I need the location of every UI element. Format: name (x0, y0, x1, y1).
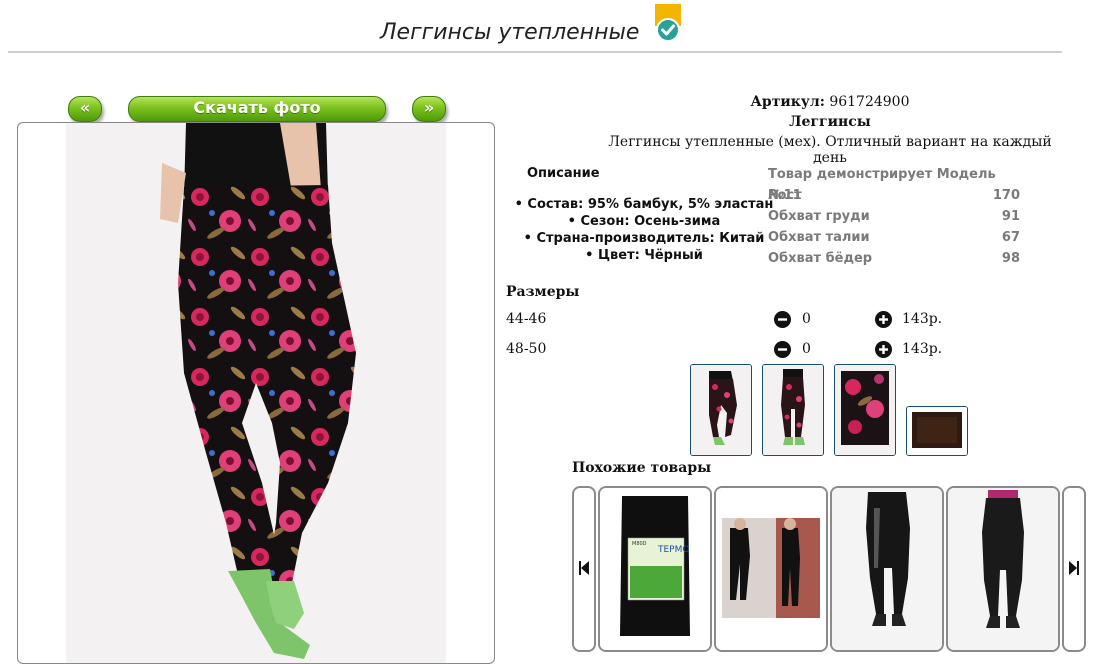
next-photo-button[interactable]: » (412, 96, 446, 122)
description-list: Состав: 95% бамбук, 5% эластан Сезон: Ос… (506, 196, 782, 264)
photo-thumbnail[interactable] (690, 364, 752, 456)
prev-photo-button[interactable]: « (68, 96, 102, 122)
description-item: Страна-производитель: Китай (506, 230, 782, 247)
model-row-label: Обхват бёдер (768, 251, 873, 266)
model-row-value: 91 (1001, 209, 1020, 224)
page-header: Леггинсы утепленные (0, 0, 1107, 60)
title-divider (8, 51, 1062, 53)
size-row: 44-46 0 143р. (506, 311, 956, 331)
page-title: Леггинсы утепленные (380, 20, 640, 45)
product-short-description: Леггинсы утепленные (мех). Отличный вари… (608, 134, 1052, 166)
description-item: Сезон: Осень-зима (506, 213, 782, 230)
main-photo-frame (17, 122, 495, 664)
skip-back-icon (579, 561, 589, 575)
description-heading: Описание (527, 166, 600, 181)
download-photo-button[interactable]: Скачать фото (128, 96, 386, 122)
article-label: Артикул: (750, 94, 825, 110)
model-row-label: Обхват груди (768, 209, 870, 224)
similar-product-card[interactable] (714, 486, 828, 652)
model-row: Обхват талии 67 (768, 227, 1020, 248)
model-row-label: Обхват талии (768, 230, 870, 245)
model-row-label: Рост (768, 188, 802, 203)
size-label: 44-46 (506, 311, 547, 327)
size-price: 143р. (902, 341, 943, 357)
model-row: Обхват бёдер 98 (768, 248, 1020, 269)
sizes-heading: Размеры (506, 284, 580, 300)
size-label: 48-50 (506, 341, 547, 357)
model-row-value: 170 (992, 188, 1020, 203)
model-row-value: 98 (1001, 251, 1020, 266)
skip-forward-icon (1069, 561, 1079, 575)
quantity-value: 0 (802, 341, 811, 357)
package-brand-text: ТЕРМО (657, 545, 689, 555)
check-badge-icon (654, 4, 682, 44)
package-code-text: M80D (632, 541, 647, 547)
carousel-prev-button[interactable] (572, 486, 596, 652)
model-heading: Товар демонстрирует Модель №11 (768, 167, 996, 203)
model-row: Рост 170 (768, 185, 1020, 206)
minus-icon[interactable] (774, 341, 791, 358)
product-category: Леггинсы (789, 114, 871, 130)
similar-product-card[interactable]: ТЕРМО M80D (598, 486, 712, 652)
model-row-value: 67 (1001, 230, 1020, 245)
size-price: 143р. (902, 311, 943, 327)
description-item: Состав: 95% бамбук, 5% эластан (506, 196, 782, 213)
main-product-photo (66, 123, 446, 663)
photo-thumbnail[interactable] (906, 406, 968, 456)
photo-thumbnail[interactable] (762, 364, 824, 456)
article-value: 961724900 (829, 94, 910, 110)
quantity-value: 0 (802, 311, 811, 327)
photo-thumbnail[interactable] (834, 364, 896, 456)
plus-icon[interactable] (875, 311, 892, 328)
model-measurements: Товар демонстрирует Модель №11 Рост 170 … (768, 164, 1020, 269)
similar-product-card[interactable] (830, 486, 944, 652)
minus-icon[interactable] (774, 311, 791, 328)
model-row: Обхват груди 91 (768, 206, 1020, 227)
carousel-next-button[interactable] (1062, 486, 1086, 652)
description-item: Цвет: Чёрный (506, 247, 782, 264)
similar-heading: Похожие товары (572, 460, 712, 476)
size-row: 48-50 0 143р. (506, 341, 956, 361)
article-line: Артикул: 961724900 (620, 94, 1040, 110)
similar-product-card[interactable] (946, 486, 1060, 652)
plus-icon[interactable] (875, 341, 892, 358)
